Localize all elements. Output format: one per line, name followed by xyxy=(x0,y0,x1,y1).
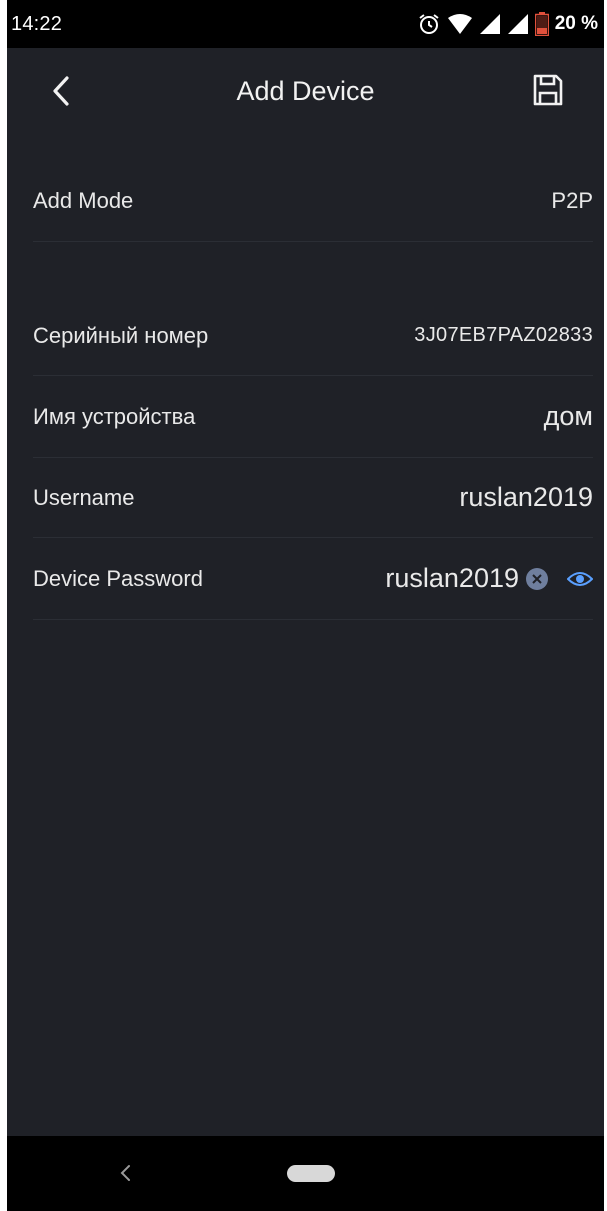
device-name-label: Имя устройства xyxy=(33,403,196,429)
system-nav-bar xyxy=(7,1136,604,1211)
floppy-disk-icon xyxy=(531,74,565,112)
username-label: Username xyxy=(33,484,135,510)
app-header: Add Device xyxy=(7,48,604,134)
add-mode-row[interactable]: Add Mode P2P xyxy=(33,160,593,242)
device-name-row[interactable]: Имя устройства дом xyxy=(33,376,593,458)
device-name-field[interactable]: дом xyxy=(544,401,593,432)
nav-back-icon xyxy=(115,1165,135,1189)
chevron-left-icon xyxy=(47,76,77,113)
serial-number-label: Серийный номер xyxy=(33,322,209,348)
nav-home-button[interactable] xyxy=(287,1165,335,1182)
eye-icon[interactable] xyxy=(567,569,593,589)
battery-percent: 20 % xyxy=(554,13,598,34)
alarm-clock-icon xyxy=(417,12,441,36)
password-control xyxy=(359,563,593,594)
phone-screen: 14:22 20 % Add Device Add Mode P2P Серий… xyxy=(7,0,604,1211)
back-button[interactable] xyxy=(47,73,77,109)
password-label: Device Password xyxy=(33,565,203,591)
username-field[interactable]: ruslan2019 xyxy=(459,482,593,513)
battery-icon xyxy=(534,12,549,36)
add-mode-value: P2P xyxy=(551,187,593,213)
wifi-icon xyxy=(447,13,473,35)
status-icons: 20 % xyxy=(417,12,598,36)
clear-icon[interactable] xyxy=(525,567,549,591)
status-bar: 14:22 20 % xyxy=(7,0,604,48)
signal-icon-2 xyxy=(507,13,529,35)
page-title: Add Device xyxy=(236,75,375,106)
serial-number-value: 3J07EB7PAZ02833 xyxy=(414,324,593,346)
nav-back-button[interactable] xyxy=(115,1161,135,1185)
signal-icon xyxy=(479,13,501,35)
save-button[interactable] xyxy=(531,72,565,108)
username-row[interactable]: Username ruslan2019 xyxy=(33,458,593,538)
password-field[interactable] xyxy=(359,563,519,594)
status-time: 14:22 xyxy=(11,12,63,35)
add-mode-label: Add Mode xyxy=(33,187,134,213)
password-row[interactable]: Device Password xyxy=(33,538,593,620)
serial-number-row: Серийный номер 3J07EB7PAZ02833 xyxy=(33,296,593,376)
